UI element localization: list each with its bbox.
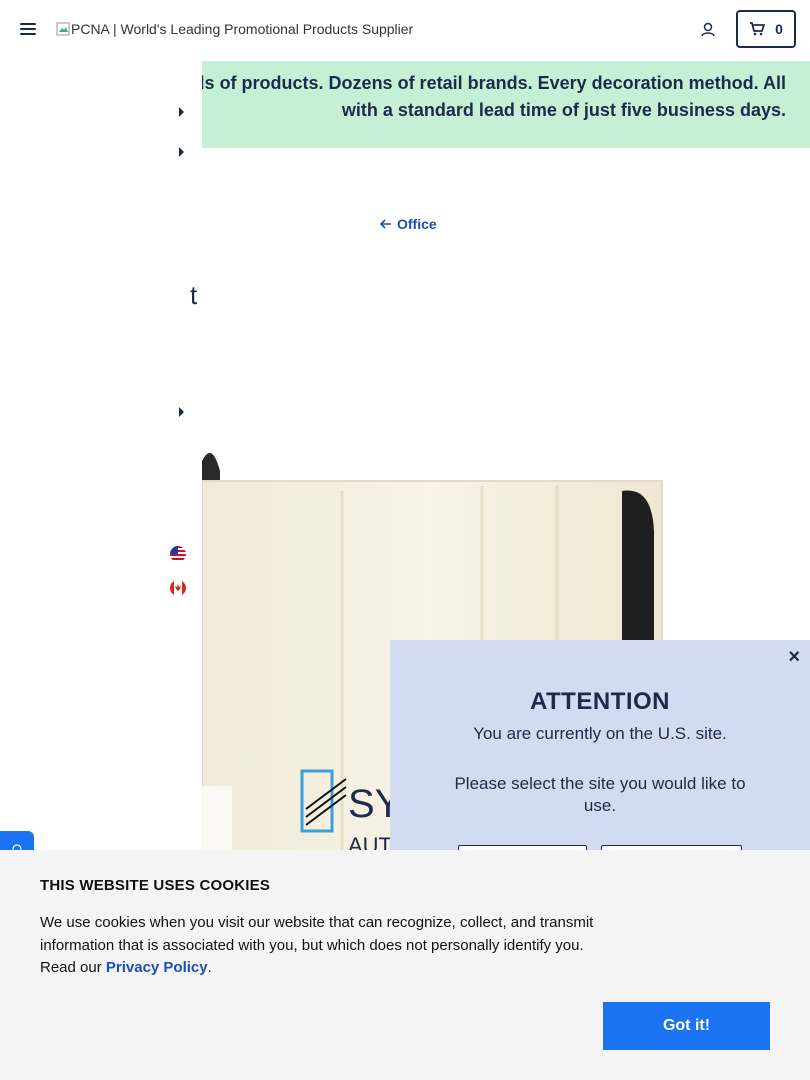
canada-flag-icon[interactable] — [170, 580, 186, 596]
cookie-banner: THIS WEBSITE USES COOKIES We use cookies… — [0, 850, 810, 1080]
site-header: PCNA | World's Leading Promotional Produ… — [0, 0, 810, 60]
user-icon[interactable] — [699, 21, 717, 39]
close-icon[interactable]: × — [788, 647, 800, 667]
cookie-body-end: . — [207, 959, 212, 976]
privacy-policy-link[interactable]: Privacy Policy — [106, 959, 208, 976]
cookie-title: THIS WEBSITE USES COOKIES — [40, 877, 271, 894]
banner-line-2: with a standard lead time of just five b… — [341, 100, 786, 120]
banner-line-1: Thousands of products. Dozens of retail … — [202, 73, 786, 93]
caret-right-icon[interactable] — [178, 147, 186, 157]
caret-right-icon[interactable] — [178, 407, 186, 417]
arrow-left-icon — [380, 219, 391, 229]
partial-heading-text: t — [190, 280, 198, 310]
modal-current-site-text: You are currently on the U.S. site. — [473, 724, 727, 743]
cookie-text: We use cookies when you visit our websit… — [40, 912, 600, 980]
hamburger-menu-icon[interactable] — [20, 23, 36, 37]
cart-icon — [750, 22, 765, 36]
accept-cookies-button[interactable]: Got it! — [603, 1002, 770, 1050]
logo[interactable]: PCNA | World's Leading Promotional Produ… — [56, 21, 413, 37]
breadcrumb-label: Office — [397, 216, 437, 232]
us-flag-icon[interactable] — [170, 546, 186, 562]
caret-right-icon[interactable] — [178, 107, 186, 117]
cart-count: 0 — [775, 21, 783, 37]
promo-banner: Thousands of products. Dozens of retail … — [202, 61, 810, 148]
logo-alt-text: PCNA | World's Leading Promotional Produ… — [71, 21, 414, 37]
modal-title: ATTENTION — [529, 688, 671, 715]
breadcrumb-back-link[interactable]: Office — [380, 216, 437, 232]
modal-select-site-text: Please select the site you would like to… — [454, 774, 746, 815]
cart-button[interactable]: 0 — [736, 10, 796, 48]
broken-image-icon — [56, 22, 70, 36]
